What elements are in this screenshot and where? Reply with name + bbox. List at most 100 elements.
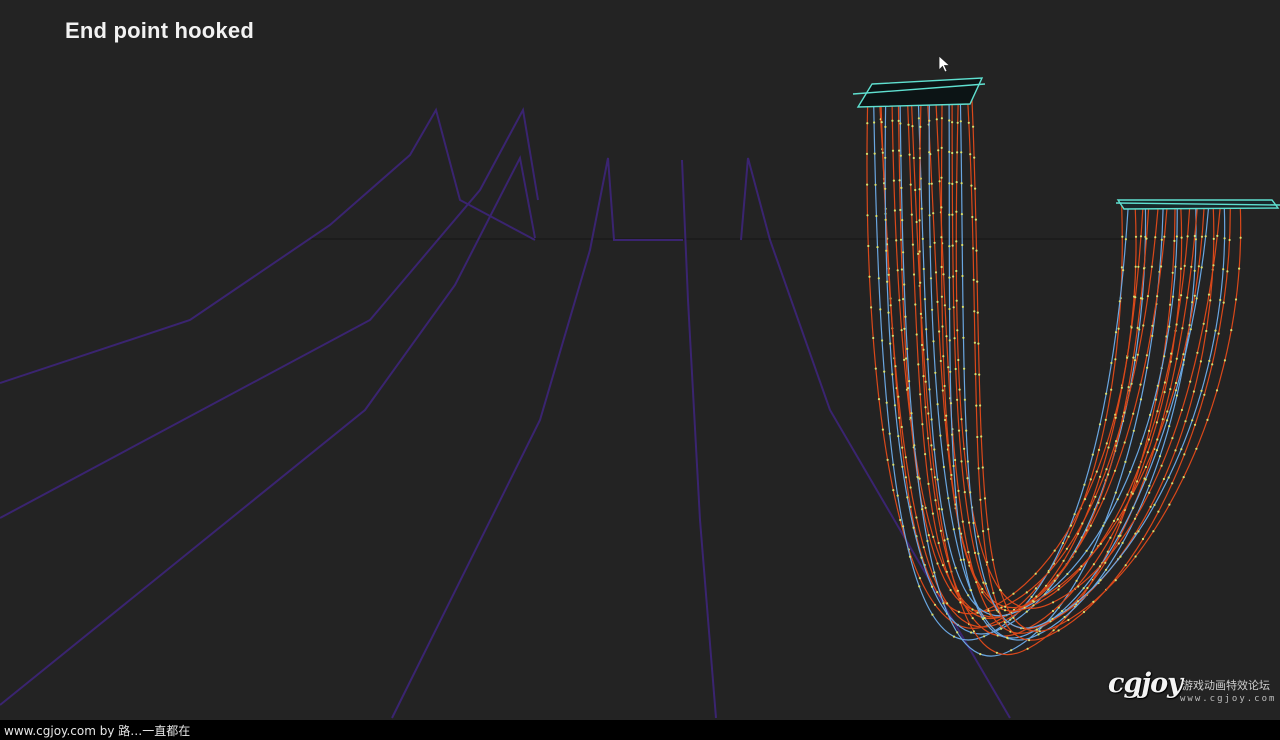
strand-vertex [949, 370, 952, 373]
strand-vertex [932, 212, 935, 215]
strand-vertex [951, 151, 954, 155]
strand-vertex [940, 176, 943, 179]
strand-vertex [992, 591, 995, 595]
strand-vertex [1212, 264, 1215, 267]
strand-vertex [1012, 616, 1015, 619]
strand-vertex [977, 342, 980, 345]
strand-vertex [948, 276, 951, 279]
strand-vertex [1136, 353, 1139, 356]
strand-vertex [987, 609, 990, 612]
strand-vertex [929, 245, 932, 248]
strand-vertex [923, 298, 927, 301]
viewport-canvas[interactable] [0, 0, 1280, 720]
strand-vertex [958, 527, 961, 530]
viewport[interactable]: End point hooked cgjoy 游戏动画特效论坛 www.cgjo… [0, 0, 1280, 740]
strand-vertex [924, 380, 927, 383]
strand-vertex [927, 534, 930, 537]
strand-vertex [898, 179, 901, 182]
guide-lines [0, 106, 1011, 719]
strand-vertex [969, 589, 973, 592]
strand-vertex [982, 530, 985, 533]
strand-vertex [960, 213, 964, 216]
strand-vertex [976, 311, 979, 314]
strand-vertex [946, 560, 950, 563]
strand-vertex [928, 151, 931, 154]
strand-vertex [875, 214, 878, 218]
strand-vertex [1189, 328, 1192, 331]
strand-vertex [896, 269, 899, 272]
strand-vertex [877, 398, 881, 401]
strand-vertex [1026, 647, 1029, 650]
strand-vertex [877, 277, 880, 280]
strand-vertex [961, 520, 964, 523]
strand-vertex [983, 635, 986, 638]
strand-vertex [1238, 267, 1241, 270]
strand-vertex [1149, 505, 1152, 508]
strand-vertex [899, 208, 902, 212]
strand-vertex [973, 156, 976, 159]
strand-vertex [1200, 235, 1204, 238]
strand-vertex [1174, 265, 1177, 268]
strand-vertex [1163, 391, 1166, 394]
strand-vertex [1092, 563, 1095, 566]
strand-vertex [904, 476, 908, 479]
strand-vertex [1186, 296, 1189, 299]
strand-vertex [1110, 388, 1113, 391]
strand-vertex [1030, 595, 1033, 599]
strand-vertex [963, 447, 966, 450]
strand-vertex [892, 179, 896, 182]
strand-vertex [900, 186, 903, 189]
strand-vertex [933, 603, 937, 606]
strand-vertex [945, 570, 948, 573]
strand-vertex [921, 423, 924, 426]
strand-vertex [924, 506, 927, 509]
strand-vertex [1098, 565, 1102, 568]
strand-vertex [910, 213, 913, 216]
strand-vertex [1163, 235, 1166, 238]
strand-vertex [916, 476, 919, 479]
strand-vertex [969, 153, 972, 156]
strand-vertex [1134, 265, 1137, 268]
strand-vertex [903, 358, 906, 361]
strand-vertex [953, 337, 956, 340]
strand-vertex [1186, 235, 1189, 238]
strand-vertex [945, 335, 948, 338]
strand-vertex [956, 329, 959, 332]
strand-vertex [886, 458, 889, 461]
strand-vertex [1052, 629, 1055, 632]
strand-vertex [1035, 595, 1038, 598]
strand-vertex [1066, 572, 1069, 576]
strand-vertex [920, 343, 924, 347]
strand-vertex [1028, 639, 1031, 642]
strand-vertex [1149, 413, 1152, 416]
strand-vertex [1110, 361, 1113, 365]
strand-vertex [1119, 521, 1122, 524]
strand-vertex [947, 497, 950, 500]
strand-curve [897, 91, 1159, 613]
strand-vertex [1162, 477, 1165, 481]
strand-vertex [925, 328, 928, 331]
strand-vertex [1056, 574, 1059, 577]
strand-vertex [952, 464, 955, 468]
strand-vertex [1161, 418, 1164, 421]
strand-vertex [1160, 464, 1163, 467]
strand-vertex [979, 653, 982, 656]
strand-vertex [914, 303, 917, 306]
strand-vertex [937, 541, 940, 545]
strand-vertex [1120, 386, 1123, 389]
strand-vertex [898, 416, 901, 419]
strand-vertex [1063, 615, 1066, 619]
strand-vertex [1132, 429, 1135, 432]
strand-vertex [885, 249, 888, 252]
strand-vertex [1191, 419, 1194, 422]
strand-vertex [881, 339, 884, 342]
strand-vertex [1169, 388, 1172, 391]
strand-vertex [865, 152, 869, 155]
guide-line-5 [681, 159, 717, 719]
strand-vertex [1032, 600, 1035, 603]
strand-vertex [1145, 237, 1148, 240]
strand-vertex [1115, 440, 1118, 443]
strand-vertex [959, 601, 962, 604]
strand-vertex [1204, 235, 1207, 238]
strand-vertex [900, 329, 903, 332]
